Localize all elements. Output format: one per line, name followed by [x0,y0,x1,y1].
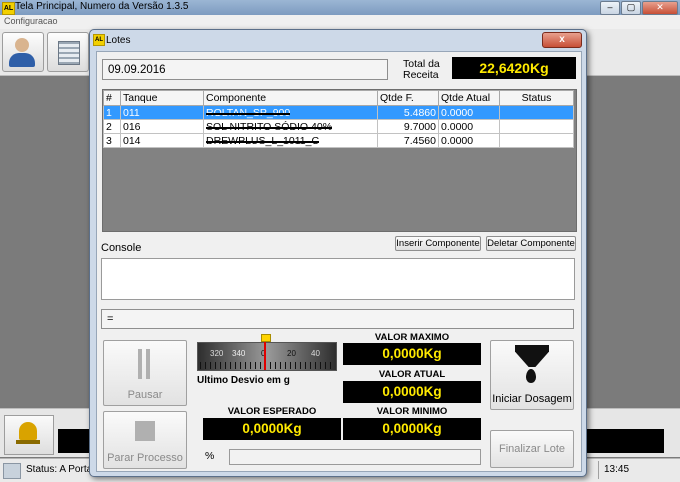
valor-maximo-display: 0,0000Kg [343,343,481,365]
bell-icon [19,422,37,440]
cell-qtde-f: 7.4560 [377,133,439,148]
components-table-area: # Tanque Componente Qtde F. Qtde Atual S… [102,89,577,232]
cell-componente: ROLTAN_SP_900 [206,106,291,119]
cell-qtde-f: 9.7000 [377,119,439,134]
gauge-tick-320: 320 [210,349,224,358]
table-header-row: # Tanque Componente Qtde F. Qtde Atual S… [103,90,574,106]
cell-status [499,105,574,120]
valor-atual-display: 0,0000Kg [343,381,481,403]
dialog-title: Lotes [106,35,131,46]
date-field: 09.09.2016 [102,59,388,80]
col-componente[interactable]: Componente [203,90,378,106]
console-box [101,258,575,300]
status-separator [598,461,599,479]
col-number[interactable]: # [103,90,121,106]
cell-qtde-f: 5.4860 [377,105,439,120]
progress-bar [229,449,481,465]
valor-esperado-display: 0,0000Kg [203,418,341,440]
status-icon [3,463,21,479]
calculator-icon [58,41,80,65]
dosing-funnel-icon [515,345,549,367]
col-status[interactable]: Status [499,90,574,106]
cell-tanque: 014 [120,133,204,148]
cell-qtde-atual: 0.0000 [438,119,500,134]
cell-number: 1 [103,105,121,120]
drop-icon [526,369,536,383]
finalizar-lote-label: Finalizar Lote [498,443,566,455]
inserir-componente-button[interactable]: Inserir Componente [395,236,481,251]
parar-processo-label: Parar Processo [107,452,183,464]
user-icon [15,38,29,52]
formula-field: = [101,309,574,329]
valor-atual-label: VALOR ATUAL [378,369,446,380]
calculator-toolbar-button[interactable] [47,32,89,72]
formula-text: = [107,313,114,325]
col-qtde-f[interactable]: Qtde F. [377,90,439,106]
valor-minimo-label: VALOR MINIMO [376,406,448,417]
total-receita-display: 22,6420Kg [452,57,576,79]
cell-qtde-atual: 0.0000 [438,105,500,120]
cell-status [499,133,574,148]
pause-icon [138,349,142,379]
gauge-tick-340: 340 [232,349,246,358]
gauge-tick-40: 40 [311,349,320,358]
gauge-ticks-marks [200,362,334,369]
valor-minimo-display: 0,0000Kg [343,418,481,440]
iniciar-dosagem-label: Iniciar Dosagem [492,393,572,405]
gauge-tick-20: 20 [287,349,296,358]
bell-button[interactable] [4,415,54,455]
menu-configuracao[interactable]: Configuracao [4,16,58,26]
components-table: # Tanque Componente Qtde F. Qtde Atual S… [103,90,574,148]
iniciar-dosagem-button[interactable]: Iniciar Dosagem [490,340,574,410]
col-qtde-atual[interactable]: Qtde Atual [438,90,500,106]
valor-maximo-label: VALOR MAXIMO [374,332,450,343]
stop-icon [135,421,155,441]
pausar-button[interactable]: Pausar [103,340,187,406]
valor-esperado-label: VALOR ESPERADO [227,406,317,417]
cell-status [499,119,574,134]
app-logo-icon: AL [2,2,15,15]
dialog-body: 09.09.2016 Total da Receita 22,6420Kg # … [96,51,582,472]
col-tanque[interactable]: Tanque [120,90,204,106]
table-row[interactable]: 2 016 SOL NITRITO SÓDIO 40% 9.7000 0.000… [103,119,574,134]
message-bar-right [586,429,664,453]
gauge-marker-icon [261,334,271,342]
dialog-close-button[interactable]: x [542,32,582,48]
total-label-2: Receita [403,69,439,81]
table-row[interactable]: 3 014 DREWPLUS_L_1011_C 7.4560 0.0000 [103,133,574,148]
clock-text: 13:45 [604,464,630,475]
main-title-bar: AL Tela Principal, Numero da Versão 1.3.… [0,0,680,15]
console-label: Console [101,242,142,254]
table-row[interactable]: 1 011 ROLTAN_SP_900 5.4860 0.0000 [103,105,574,120]
deletar-componente-button[interactable]: Deletar Componente [486,236,576,251]
desvio-gauge: 320 340 0 20 40 [197,334,337,371]
finalizar-lote-button[interactable]: Finalizar Lote [490,430,574,468]
percent-label: % [205,450,215,462]
menu-bar: Configuracao [0,15,680,30]
cell-number: 2 [103,119,121,134]
pausar-label: Pausar [127,389,163,401]
lotes-dialog: AL Lotes x 09.09.2016 Total da Receita 2… [89,29,587,477]
maximize-button[interactable]: ▢ [621,1,641,15]
gauge-label: Ultimo Desvio em g [197,375,290,386]
cell-tanque: 011 [120,105,204,120]
cell-qtde-atual: 0.0000 [438,133,500,148]
cell-number: 3 [103,133,121,148]
date-text: 09.09.2016 [108,64,166,76]
close-window-button[interactable]: ✕ [642,1,678,15]
dialog-logo-icon: AL [93,34,105,46]
minimize-button[interactable]: – [600,1,620,15]
user-toolbar-button[interactable] [2,32,44,72]
main-title-text: Tela Principal, Numero da Versão 1.3.5 [15,1,189,12]
parar-processo-button[interactable]: Parar Processo [103,411,187,469]
status-text: Status: A Porta [26,464,93,475]
cell-tanque: 016 [120,119,204,134]
cell-componente: SOL NITRITO SÓDIO 40% [206,120,333,133]
cell-componente: DREWPLUS_L_1011_C [206,134,320,147]
